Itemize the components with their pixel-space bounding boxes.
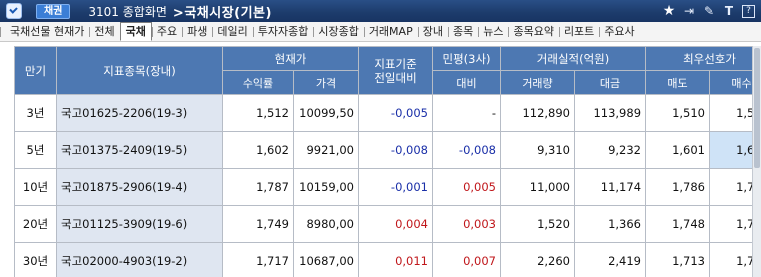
scrollbar-thumb[interactable] — [754, 48, 760, 168]
header-index-change[interactable]: 지표기준 전일대비 — [358, 46, 433, 95]
cell-index-change[interactable]: -0,001 — [358, 168, 433, 206]
cell-index-change[interactable]: 0,004 — [358, 205, 433, 243]
cell-price[interactable]: 10099,50 — [293, 94, 359, 132]
tab-4[interactable]: 파생 — [182, 23, 212, 41]
cell-price[interactable]: 9921,00 — [293, 131, 359, 169]
favorite-star-icon[interactable]: ★ — [662, 3, 676, 19]
tab-bar: 국채선물 현재가 전체 국채 주요 파생 데일리 투자자종합 시장종합 거래MAP 장내 종목 뉴스 종… — [0, 22, 761, 42]
header-index-change-line: 지표기준 — [374, 56, 417, 71]
header-volume[interactable]: 거래량 — [500, 70, 575, 95]
title-bar: 채권 3101 종합화면 >국채시장(기본) ★ ⇥ ✎ T ? — [0, 0, 761, 22]
cell-price[interactable]: 10159,00 — [293, 168, 359, 206]
cell-index-change[interactable]: -0,005 — [358, 94, 433, 132]
header-trading: 거래실적(억원) — [499, 46, 647, 71]
header-current-price: 현재가 — [222, 46, 359, 71]
bond-market-table: 만기 지표종목(장내) 현재가 지표기준 전일대비 민평(3사) 거래실적(억원)… — [14, 46, 761, 277]
cell-amount[interactable]: 2,419 — [573, 242, 647, 277]
tab-1[interactable]: 전체 — [89, 23, 119, 41]
cell-private-change[interactable]: 0,005 — [432, 168, 501, 206]
cell-yield[interactable]: 1,602 — [222, 131, 294, 169]
table-row[interactable]: 10년 국고01875-2906(19-4) 1,787 10159,00 -0,001… — [14, 168, 761, 206]
cell-private-change[interactable]: -0,008 — [432, 131, 501, 169]
table-row[interactable]: 3년 국고01625-2206(19-3) 1,512 10099,50 -0,005-… — [14, 94, 761, 132]
cell-yield[interactable]: 1,749 — [222, 205, 294, 243]
tab-11[interactable]: 뉴스 — [478, 23, 508, 41]
tab-3[interactable]: 주요 — [151, 23, 182, 41]
screen-code: 3101 종합화면 — [88, 4, 167, 19]
cell-private-change[interactable]: 0,007 — [432, 242, 501, 277]
table-row[interactable]: 20년 국고01125-3909(19-6) 1,749 8980,00 0,004 0,… — [14, 205, 761, 243]
cell-name[interactable]: 국고01875-2906(19-4) — [56, 168, 223, 206]
tab-2[interactable]: 국채 — [119, 22, 152, 41]
tab-5[interactable]: 데일리 — [212, 23, 252, 41]
screen-title: >국채시장(기본) — [172, 5, 272, 21]
header-amount[interactable]: 대금 — [573, 70, 647, 95]
header-index-change-line: 전일대비 — [374, 70, 417, 85]
header-private-change[interactable]: 대비 — [432, 70, 501, 95]
cell-amount[interactable]: 9,232 — [573, 131, 647, 169]
cell-name[interactable]: 국고01375-2409(19-5) — [56, 131, 223, 169]
app-check-icon[interactable] — [6, 3, 22, 19]
cell-name[interactable]: 국고02000-4903(19-2) — [56, 242, 223, 277]
cell-index-change[interactable]: 0,011 — [358, 242, 433, 277]
cell-ask[interactable]: 1,713 — [645, 242, 711, 277]
cell-amount[interactable]: 1,366 — [573, 205, 647, 243]
cell-volume[interactable]: 2,260 — [500, 242, 575, 277]
cell-private-change[interactable]: - — [432, 94, 501, 132]
header-maturity[interactable]: 만기 — [14, 46, 57, 95]
cell-volume[interactable]: 11,000 — [500, 168, 575, 206]
link-icon[interactable]: ✎ — [702, 4, 716, 18]
export-icon[interactable]: ⇥ — [682, 4, 696, 18]
vertical-scrollbar[interactable] — [752, 46, 761, 277]
help-icon[interactable]: ? — [742, 4, 755, 18]
cell-volume[interactable]: 1,520 — [500, 205, 575, 243]
header-ask[interactable]: 매도 — [645, 70, 711, 95]
tab-13[interactable]: 리포트 — [558, 23, 599, 41]
cell-maturity[interactable]: 20년 — [14, 205, 57, 243]
cell-maturity[interactable]: 3년 — [14, 94, 57, 132]
cell-yield[interactable]: 1,787 — [222, 168, 294, 206]
header-private-valuation: 민평(3사) — [432, 46, 501, 71]
header-bond-name[interactable]: 지표종목(장내) — [56, 46, 223, 95]
title-toolbar: ★ ⇥ ✎ T ? — [662, 3, 755, 19]
table-row[interactable]: 30년 국고02000-4903(19-2) 1,717 10687,00 0,011 0… — [14, 242, 761, 277]
cell-private-change[interactable]: 0,003 — [432, 205, 501, 243]
cell-price[interactable]: 10687,00 — [293, 242, 359, 277]
header-best-quote: 최우선호가 — [645, 46, 761, 71]
cell-yield[interactable]: 1,717 — [222, 242, 294, 277]
cell-amount[interactable]: 113,989 — [573, 94, 647, 132]
cell-ask[interactable]: 1,748 — [645, 205, 711, 243]
cell-maturity[interactable]: 5년 — [14, 131, 57, 169]
tab-7[interactable]: 시장종합 — [313, 23, 363, 41]
cell-ask[interactable]: 1,510 — [645, 94, 711, 132]
tab-0[interactable]: 국채선물 현재가 — [0, 23, 89, 41]
tab-14[interactable]: 주요사 — [599, 23, 639, 41]
tab-12[interactable]: 종목요약 — [508, 23, 558, 41]
header-price[interactable]: 가격 — [293, 70, 359, 95]
tab-8[interactable]: 거래MAP — [363, 23, 418, 41]
cell-volume[interactable]: 112,890 — [500, 94, 575, 132]
tab-10[interactable]: 종목 — [447, 23, 478, 41]
cell-name[interactable]: 국고01625-2206(19-3) — [56, 94, 223, 132]
table-row[interactable]: 5년 국고01375-2409(19-5) 1,602 9921,00 -0,008 -0… — [14, 131, 761, 169]
cell-maturity[interactable]: 10년 — [14, 168, 57, 206]
tab-9[interactable]: 장내 — [417, 23, 448, 41]
text-tool-icon[interactable]: T — [722, 4, 736, 18]
cell-ask[interactable]: 1,786 — [645, 168, 711, 206]
tab-6[interactable]: 투자자종합 — [252, 23, 314, 41]
cell-maturity[interactable]: 30년 — [14, 242, 57, 277]
header-yield[interactable]: 수익률 — [222, 70, 294, 95]
market-badge[interactable]: 채권 — [36, 3, 71, 19]
cell-ask[interactable]: 1,601 — [645, 131, 711, 169]
cell-yield[interactable]: 1,512 — [222, 94, 294, 132]
cell-name[interactable]: 국고01125-3909(19-6) — [56, 205, 223, 243]
cell-amount[interactable]: 11,174 — [573, 168, 647, 206]
cell-index-change[interactable]: -0,008 — [358, 131, 433, 169]
cell-volume[interactable]: 9,310 — [500, 131, 575, 169]
cell-price[interactable]: 8980,00 — [293, 205, 359, 243]
